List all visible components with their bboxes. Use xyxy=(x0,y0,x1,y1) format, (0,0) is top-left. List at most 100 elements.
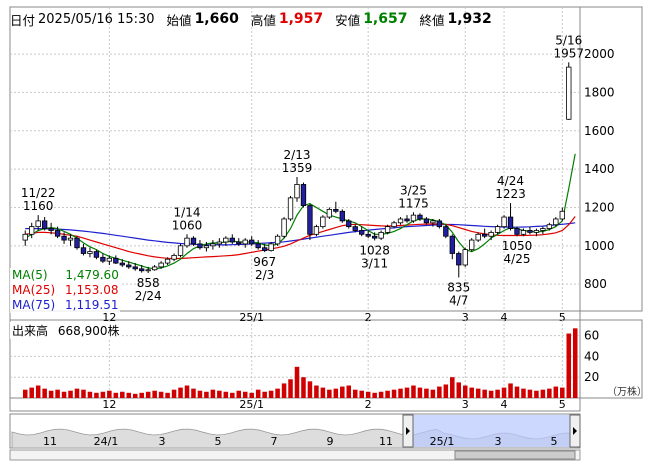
annotation-date: 2/13 xyxy=(284,148,311,162)
candle-body xyxy=(501,216,507,228)
candle-body xyxy=(365,233,371,237)
volume-bar xyxy=(184,385,190,398)
candlestick xyxy=(501,215,507,229)
volume-bar xyxy=(540,389,546,398)
annotation-date: 5/16 xyxy=(555,33,582,47)
candlestick xyxy=(313,224,320,237)
candle-body xyxy=(197,243,203,249)
volume-bar xyxy=(508,383,513,398)
volume-x-tick: 4 xyxy=(501,398,508,411)
volume-date-strip xyxy=(9,397,581,412)
volume-bar xyxy=(514,386,520,398)
candle-body xyxy=(54,230,61,237)
candlestick xyxy=(287,195,294,221)
candle-body xyxy=(462,249,468,266)
candle-body xyxy=(29,226,35,235)
candle-body xyxy=(346,220,352,228)
volume-bar xyxy=(352,389,358,398)
high-value: 1,957 xyxy=(278,11,324,27)
ma5-legend: MA(5) 1,479.60 xyxy=(10,268,121,283)
navigator-x-tick: 24/1 xyxy=(94,435,119,448)
volume-bar xyxy=(178,387,183,398)
annotation-value: 1060 xyxy=(172,218,203,232)
candle-body xyxy=(313,226,320,235)
candle-body xyxy=(190,237,197,245)
volume-bar xyxy=(553,386,559,398)
date-label: 日付 xyxy=(10,12,36,28)
candlestick xyxy=(320,215,326,229)
volume-bar xyxy=(197,390,203,398)
candle-body xyxy=(216,241,223,245)
annotation-date: 4/25 xyxy=(504,252,531,266)
navigator-x-tick: 7 xyxy=(271,435,278,448)
date-value: 2025/05/16 15:30 xyxy=(38,11,155,27)
candle-body xyxy=(449,235,455,254)
volume-bar xyxy=(48,390,54,398)
volume-bar xyxy=(340,386,345,398)
volume-bar xyxy=(307,381,313,398)
ma75-legend: MA(75) 1,119.51 xyxy=(10,298,121,313)
volume-bar xyxy=(281,383,287,398)
volume-bar xyxy=(35,385,41,398)
candle-body xyxy=(171,254,177,260)
volume-bar xyxy=(242,391,248,398)
volume-label: 出来高 xyxy=(12,324,49,338)
annotation-date: 3/25 xyxy=(400,183,427,197)
candlestick xyxy=(274,234,281,246)
ma5-label: MA(5) xyxy=(12,268,48,282)
candle-body xyxy=(249,239,255,245)
volume-x-tick: 12 xyxy=(102,398,116,411)
volume-bar xyxy=(42,388,47,398)
volume-bar xyxy=(456,382,462,398)
annotation-date: 2/24 xyxy=(135,289,162,303)
candle-body xyxy=(494,226,501,233)
candle-body xyxy=(527,230,533,233)
candlestick xyxy=(469,238,475,252)
volume-bar xyxy=(113,392,119,398)
volume-y-tick: 40 xyxy=(584,349,599,363)
volume-bar xyxy=(210,389,216,398)
candle-body xyxy=(41,220,48,229)
navigator-right-handle[interactable] xyxy=(569,414,581,448)
candle-body xyxy=(566,66,572,120)
navigator-left-handle[interactable] xyxy=(402,414,414,448)
candlestick xyxy=(74,236,80,250)
candle-body xyxy=(242,239,248,245)
volume-bar xyxy=(521,388,526,398)
volume-bar xyxy=(217,390,222,398)
annotation-value: 1050 xyxy=(502,239,533,253)
volume-bar xyxy=(320,387,326,398)
candle-body xyxy=(210,243,216,247)
volume-bar xyxy=(372,392,377,398)
volume-bar xyxy=(469,387,474,398)
candle-body xyxy=(371,235,378,239)
candle-body xyxy=(481,233,488,237)
volume-bar xyxy=(424,388,429,398)
ma25-legend: MA(25) 1,153.08 xyxy=(10,283,121,298)
navigator-scroll-thumb[interactable] xyxy=(454,450,576,460)
volume-bar xyxy=(359,390,364,398)
annotation-date: 4/24 xyxy=(497,174,524,188)
candle-body xyxy=(520,230,527,235)
volume-bar xyxy=(404,387,410,398)
price-y-tick: 2000 xyxy=(584,47,615,61)
candlestick xyxy=(177,243,184,258)
volume-bar xyxy=(145,391,151,398)
candle-body xyxy=(48,228,54,231)
volume-bar xyxy=(430,389,436,398)
low-value: 1,657 xyxy=(363,11,408,27)
volume-x-tick: 5 xyxy=(559,398,566,411)
annotation-value: 835 xyxy=(447,280,470,294)
price-x-tick: 4 xyxy=(501,311,508,324)
volume-bar xyxy=(120,391,125,398)
candle-body xyxy=(132,266,138,270)
candle-body xyxy=(203,245,210,249)
volume-bar xyxy=(411,385,416,398)
volume-bar xyxy=(475,388,481,398)
ma5-value: 1,479.60 xyxy=(65,268,119,282)
candle-body xyxy=(300,184,307,206)
volume-x-tick: 2 xyxy=(365,398,372,411)
close-value: 1,932 xyxy=(447,11,492,27)
candle-body xyxy=(430,220,436,224)
price-y-tick: 1800 xyxy=(584,85,615,99)
